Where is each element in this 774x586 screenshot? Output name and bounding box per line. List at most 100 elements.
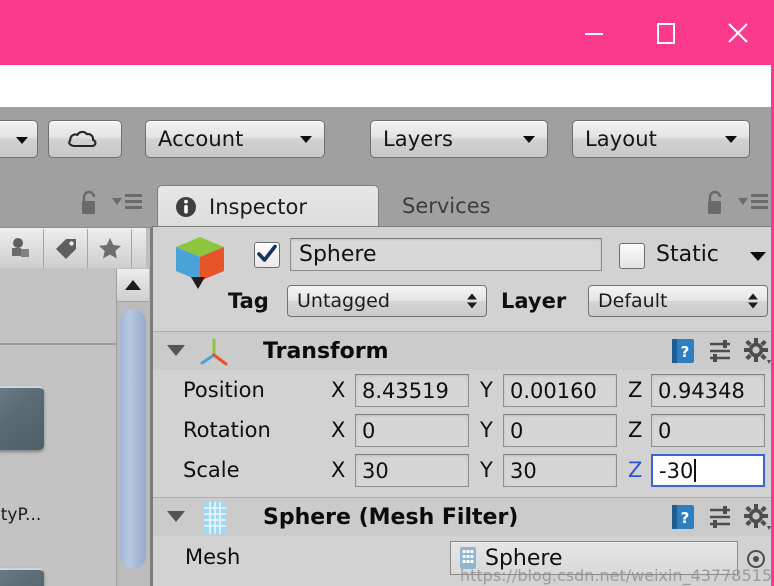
- rotation-axis-y-label: Y: [480, 418, 493, 442]
- padlock-icon[interactable]: [704, 189, 726, 217]
- chevron-down-icon: [16, 137, 28, 144]
- tag-label: Tag: [228, 289, 269, 313]
- preset-icon[interactable]: [707, 504, 733, 530]
- mesh-asset-icon: [460, 547, 476, 569]
- cloud-icon: [68, 130, 97, 148]
- gameobject-cube-icon: [176, 237, 224, 289]
- maximize-icon: [657, 22, 675, 44]
- close-button[interactable]: [702, 0, 774, 65]
- gameobject-header: Sphere Static: [153, 227, 774, 289]
- gameobject-name-field[interactable]: Sphere: [290, 238, 602, 271]
- position-y-field[interactable]: 0.00160: [503, 374, 617, 407]
- project-panel-scrollbar[interactable]: [116, 269, 150, 586]
- position-label: Position: [183, 378, 265, 402]
- settings-gear-icon[interactable]: [743, 337, 771, 365]
- rotation-x-field[interactable]: 0: [355, 414, 469, 447]
- transform-position-row: Position X 8.43519 Y 0.00160 Z 0.94348: [153, 371, 774, 411]
- transform-rotation-row: Rotation X 0 Y 0 Z 0: [153, 411, 774, 451]
- tag-icon-button[interactable]: [44, 228, 88, 268]
- layout-label: Layout: [585, 127, 657, 151]
- scale-z-value: -30: [659, 458, 694, 483]
- preset-icon[interactable]: [707, 338, 733, 364]
- tab-services[interactable]: Services: [388, 185, 558, 227]
- minimize-button[interactable]: [558, 0, 630, 65]
- project-panel: ityP...: [0, 227, 152, 586]
- favorite-star-icon: [98, 238, 121, 259]
- settings-gear-icon[interactable]: [743, 503, 771, 531]
- tag-value: Untagged: [297, 290, 390, 312]
- panel-menu-icon[interactable]: [112, 194, 142, 209]
- help-icon[interactable]: ?: [669, 337, 697, 365]
- layers-label: Layers: [383, 127, 454, 151]
- scale-x-value: 30: [362, 458, 389, 483]
- help-icon[interactable]: ?: [669, 503, 697, 531]
- mesh-filter-icon: [204, 502, 226, 534]
- mesh-value: Sphere: [485, 545, 563, 571]
- component-header-transform[interactable]: Transform ?: [153, 331, 774, 370]
- panel-menu-icon[interactable]: [738, 194, 768, 209]
- layout-dropdown[interactable]: Layout: [572, 120, 750, 158]
- gameobject-name-value: Sphere: [299, 242, 377, 267]
- position-x-value: 8.43519: [362, 378, 449, 403]
- close-icon: [728, 22, 748, 43]
- foldout-triangle-icon[interactable]: [167, 345, 185, 356]
- scale-z-field[interactable]: -30: [651, 454, 765, 487]
- scrollbar-thumb[interactable]: [120, 309, 146, 569]
- layers-dropdown[interactable]: Layers: [370, 120, 548, 158]
- inspector-panel: Sphere Static Tag Untagged Layer Default: [152, 226, 774, 586]
- position-x-field[interactable]: 8.43519: [355, 374, 469, 407]
- component-header-mesh-filter[interactable]: Sphere (Mesh Filter) ?: [153, 497, 774, 536]
- stepper-arrows-icon: [467, 293, 477, 309]
- account-label: Account: [158, 127, 244, 151]
- tag-layer-row: Tag Untagged Layer Default: [153, 283, 774, 325]
- toolbar-partial-dropdown[interactable]: [0, 120, 38, 158]
- scale-label: Scale: [183, 458, 240, 482]
- tag-icon: [55, 239, 76, 259]
- objects-icon: [11, 238, 29, 257]
- layer-value: Default: [598, 290, 668, 312]
- mesh-object-field[interactable]: Sphere: [450, 541, 738, 575]
- asset-folder-thumbnail[interactable]: [0, 386, 44, 450]
- gameobject-enabled-checkbox[interactable]: [254, 242, 280, 268]
- mesh-filter-mesh-row: Mesh Sphere: [153, 537, 774, 577]
- window-controls: [558, 0, 774, 65]
- rotation-y-field[interactable]: 0: [503, 414, 617, 447]
- tab-inspector-label: Inspector: [209, 194, 307, 219]
- position-y-value: 0.00160: [510, 378, 597, 403]
- layer-dropdown[interactable]: Default: [588, 285, 768, 317]
- static-dropdown-chevron-down-icon[interactable]: [750, 252, 766, 261]
- chevron-down-icon: [523, 135, 535, 143]
- tag-dropdown[interactable]: Untagged: [287, 285, 487, 317]
- rotation-y-value: 0: [510, 418, 524, 443]
- component-header-buttons-transform: ?: [669, 337, 771, 365]
- maximize-button[interactable]: [630, 0, 702, 65]
- scale-y-value: 30: [510, 458, 537, 483]
- collab-cloud-button[interactable]: [48, 120, 122, 158]
- svg-text:?: ?: [681, 343, 690, 361]
- window-titlebar: [0, 0, 774, 65]
- chevron-down-icon: [725, 135, 737, 143]
- position-z-field[interactable]: 0.94348: [651, 374, 765, 407]
- scale-y-field[interactable]: 30: [503, 454, 617, 487]
- scale-axis-x-label: X: [331, 458, 346, 482]
- component-title-transform: Transform: [263, 339, 389, 364]
- tab-inspector[interactable]: Inspector: [157, 185, 379, 227]
- scale-axis-y-label: Y: [480, 458, 493, 482]
- asset-folder-thumbnail[interactable]: [0, 568, 44, 586]
- object-picker-icon[interactable]: [745, 548, 767, 570]
- chevron-up-icon: [125, 280, 141, 290]
- objects-icon-button[interactable]: [0, 228, 44, 268]
- rotation-label: Rotation: [183, 418, 271, 442]
- static-checkbox[interactable]: [619, 243, 645, 269]
- scale-x-field[interactable]: 30: [355, 454, 469, 487]
- transform-scale-row: Scale X 30 Y 30 Z -30: [153, 451, 774, 491]
- favorite-star-icon-button[interactable]: [88, 228, 132, 268]
- text-cursor: [694, 459, 697, 482]
- foldout-triangle-icon[interactable]: [167, 511, 185, 522]
- rotation-z-field[interactable]: 0: [651, 414, 765, 447]
- info-icon: [176, 196, 196, 217]
- account-dropdown[interactable]: Account: [145, 120, 325, 158]
- mesh-label: Mesh: [185, 545, 241, 569]
- scroll-up-button[interactable]: [117, 269, 149, 302]
- padlock-icon[interactable]: [78, 189, 100, 217]
